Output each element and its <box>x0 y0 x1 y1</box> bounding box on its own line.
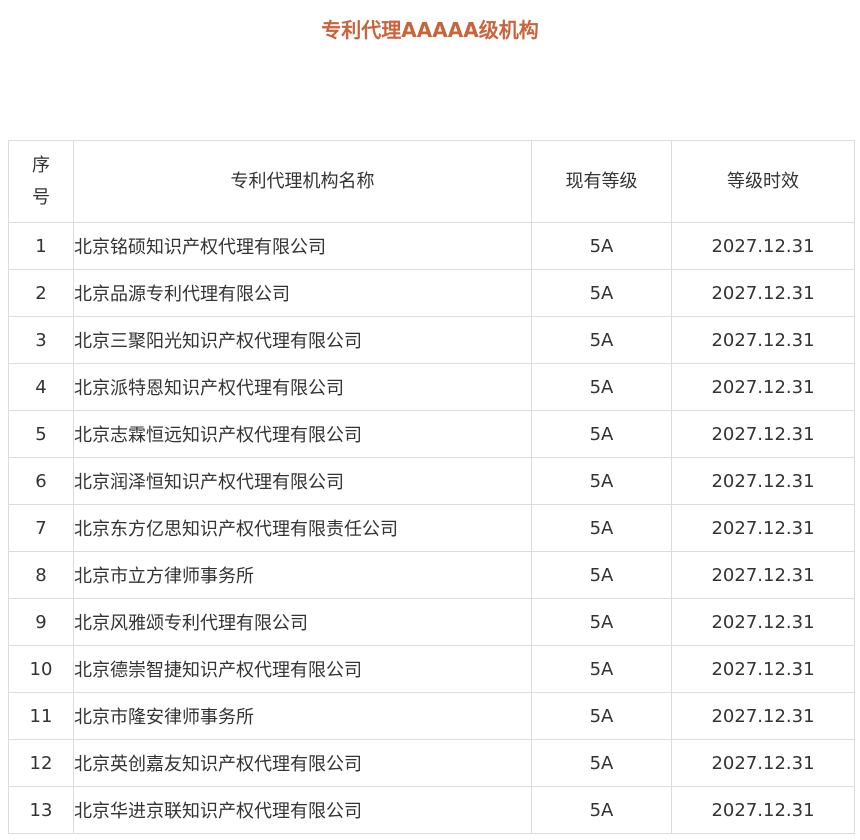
grade-validity: 2027.12.31 <box>671 222 855 270</box>
grade-validity: 2027.12.31 <box>671 598 855 646</box>
agency-name: 北京东方亿思知识产权代理有限责任公司 <box>73 504 532 552</box>
row-index: 1 <box>8 222 74 270</box>
agency-grade: 5A <box>531 410 672 458</box>
grade-validity: 2027.12.31 <box>671 410 855 458</box>
agency-name: 北京英创嘉友知识产权代理有限公司 <box>73 739 532 787</box>
row-index: 9 <box>8 598 74 646</box>
table-row: 13 北京华进京联知识产权代理有限公司 5A 2027.12.31 <box>8 786 855 834</box>
row-index: 11 <box>8 692 74 740</box>
agency-grade: 5A <box>531 363 672 411</box>
table-row: 1 北京铭硕知识产权代理有限公司 5A 2027.12.31 <box>8 222 855 270</box>
row-index: 5 <box>8 410 74 458</box>
grade-validity: 2027.12.31 <box>671 739 855 787</box>
table-row: 11 北京市隆安律师事务所 5A 2027.12.31 <box>8 692 855 740</box>
grade-validity: 2027.12.31 <box>671 269 855 317</box>
table-row: 3 北京三聚阳光知识产权代理有限公司 5A 2027.12.31 <box>8 316 855 364</box>
agency-grade: 5A <box>531 692 672 740</box>
agency-grade: 5A <box>531 457 672 505</box>
table-row: 6 北京润泽恒知识产权代理有限公司 5A 2027.12.31 <box>8 457 855 505</box>
agency-grade: 5A <box>531 645 672 693</box>
agency-name: 北京风雅颂专利代理有限公司 <box>73 598 532 646</box>
table-header: 序号 专利代理机构名称 现有等级 等级时效 <box>8 140 855 223</box>
header-row: 序号 专利代理机构名称 现有等级 等级时效 <box>8 140 855 223</box>
table-row: 7 北京东方亿思知识产权代理有限责任公司 5A 2027.12.31 <box>8 504 855 552</box>
agency-table: 序号 专利代理机构名称 现有等级 等级时效 1 北京铭硕知识产权代理有限公司 5A 2… <box>8 140 855 834</box>
grade-validity: 2027.12.31 <box>671 786 855 834</box>
table-row: 2 北京品源专利代理有限公司 5A 2027.12.31 <box>8 269 855 317</box>
row-index: 12 <box>8 739 74 787</box>
agency-grade: 5A <box>531 551 672 599</box>
grade-validity: 2027.12.31 <box>671 363 855 411</box>
row-index: 13 <box>8 786 74 834</box>
agency-name: 北京市隆安律师事务所 <box>73 692 532 740</box>
page-title: 专利代理AAAAA级机构 <box>321 18 539 42</box>
grade-validity: 2027.12.31 <box>671 504 855 552</box>
table-body: 1 北京铭硕知识产权代理有限公司 5A 2027.12.31 2 北京品源专利代理有限公司… <box>8 222 855 834</box>
row-index: 10 <box>8 645 74 693</box>
agency-name: 北京润泽恒知识产权代理有限公司 <box>73 457 532 505</box>
agency-grade: 5A <box>531 739 672 787</box>
table-row: 5 北京志霖恒远知识产权代理有限公司 5A 2027.12.31 <box>8 410 855 458</box>
agency-name: 北京市立方律师事务所 <box>73 551 532 599</box>
row-index: 7 <box>8 504 74 552</box>
grade-validity: 2027.12.31 <box>671 551 855 599</box>
agency-name: 北京派特恩知识产权代理有限公司 <box>73 363 532 411</box>
agency-name: 北京德崇智捷知识产权代理有限公司 <box>73 645 532 693</box>
grade-validity: 2027.12.31 <box>671 316 855 364</box>
agency-name: 北京华进京联知识产权代理有限公司 <box>73 786 532 834</box>
agency-grade: 5A <box>531 504 672 552</box>
header-index: 序号 <box>8 140 74 223</box>
agency-grade: 5A <box>531 316 672 364</box>
agency-name: 北京铭硕知识产权代理有限公司 <box>73 222 532 270</box>
agency-name: 北京三聚阳光知识产权代理有限公司 <box>73 316 532 364</box>
header-index-label: 序号 <box>31 154 50 208</box>
table-row: 9 北京风雅颂专利代理有限公司 5A 2027.12.31 <box>8 598 855 646</box>
table-row: 8 北京市立方律师事务所 5A 2027.12.31 <box>8 551 855 599</box>
agency-grade: 5A <box>531 786 672 834</box>
header-validity: 等级时效 <box>671 140 855 223</box>
agency-name: 北京志霖恒远知识产权代理有限公司 <box>73 410 532 458</box>
grade-validity: 2027.12.31 <box>671 692 855 740</box>
grade-validity: 2027.12.31 <box>671 645 855 693</box>
agency-grade: 5A <box>531 222 672 270</box>
row-index: 8 <box>8 551 74 599</box>
agency-name: 北京品源专利代理有限公司 <box>73 269 532 317</box>
row-index: 4 <box>8 363 74 411</box>
table-row: 12 北京英创嘉友知识产权代理有限公司 5A 2027.12.31 <box>8 739 855 787</box>
table-row: 4 北京派特恩知识产权代理有限公司 5A 2027.12.31 <box>8 363 855 411</box>
row-index: 6 <box>8 457 74 505</box>
agency-grade: 5A <box>531 598 672 646</box>
row-index: 2 <box>8 269 74 317</box>
table-row: 10 北京德崇智捷知识产权代理有限公司 5A 2027.12.31 <box>8 645 855 693</box>
header-name: 专利代理机构名称 <box>73 140 532 223</box>
agency-grade: 5A <box>531 269 672 317</box>
header-grade: 现有等级 <box>531 140 672 223</box>
grade-validity: 2027.12.31 <box>671 457 855 505</box>
row-index: 3 <box>8 316 74 364</box>
